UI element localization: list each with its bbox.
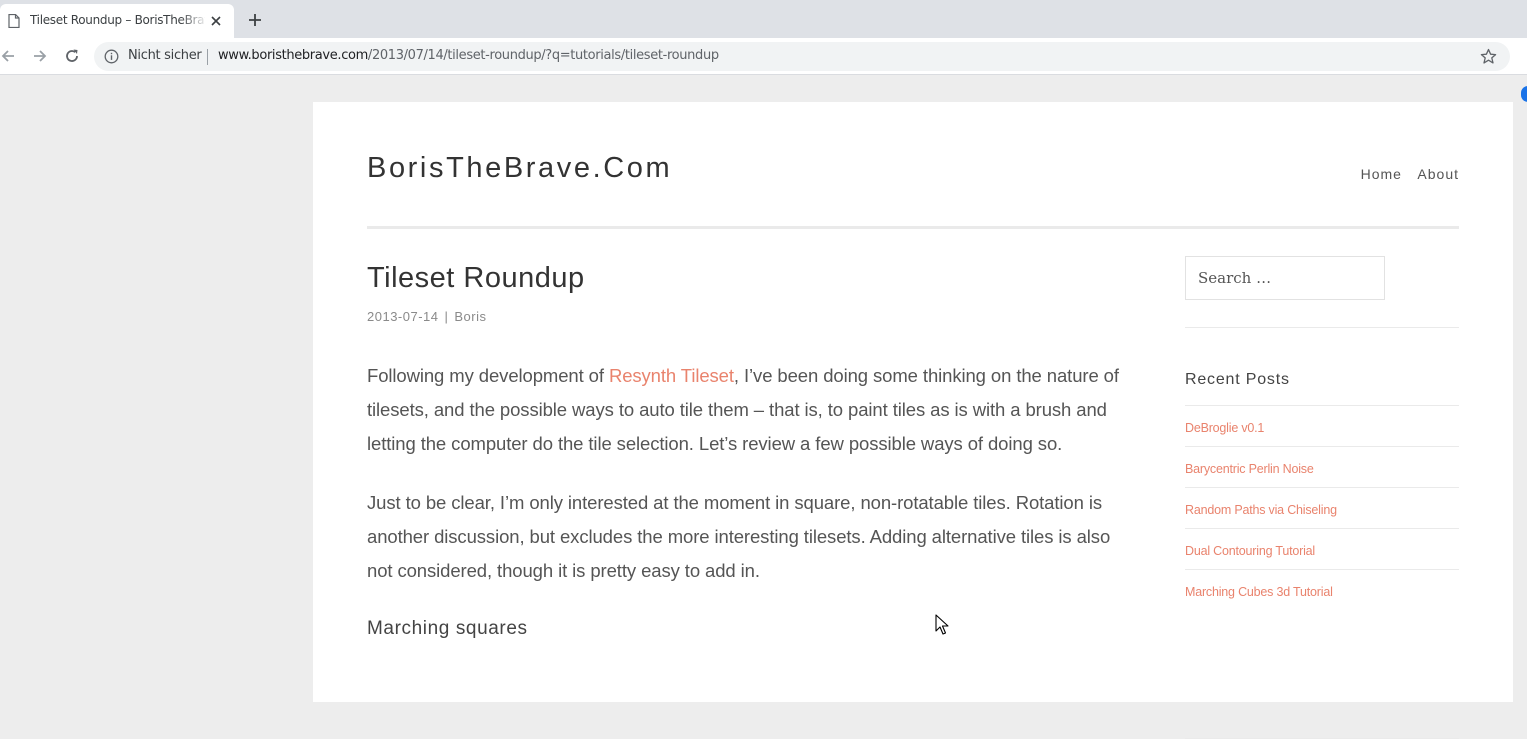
url-path: /2013/07/14/tileset-roundup/?q=tutorials… [367, 48, 719, 63]
document-icon [8, 14, 20, 28]
post-body: Following my development of Resynth Tile… [367, 359, 1137, 640]
tab-title-fade [180, 10, 208, 32]
bookmark-star-icon[interactable] [1480, 48, 1497, 65]
recent-post-link[interactable]: Random Paths via Chiseling [1185, 503, 1337, 517]
meta-divider: | [444, 309, 449, 324]
post-date[interactable]: 2013-07-14 [367, 309, 439, 324]
recent-posts-title: Recent Posts [1185, 371, 1290, 388]
close-icon[interactable] [210, 15, 222, 27]
back-arrow-icon[interactable] [0, 46, 18, 66]
recent-post-link[interactable]: Marching Cubes 3d Tutorial [1185, 585, 1333, 599]
recent-post-link[interactable]: Dual Contouring Tutorial [1185, 544, 1315, 558]
address-separator [207, 49, 208, 65]
section-heading: Marching squares [367, 618, 528, 639]
main-navigation: Home About [1350, 166, 1459, 184]
reload-icon[interactable] [62, 46, 82, 66]
recent-post-link[interactable]: DeBroglie v0.1 [1185, 421, 1264, 435]
search-input[interactable] [1185, 256, 1385, 300]
post-paragraph: Just to be clear, I’m only interested at… [367, 492, 1111, 581]
security-status-label[interactable]: Nicht sicher [128, 48, 202, 63]
sidebar-divider [1185, 327, 1459, 328]
list-item: Marching Cubes 3d Tutorial [1185, 569, 1459, 610]
forward-arrow-icon[interactable] [30, 46, 50, 66]
mouse-cursor-icon [935, 614, 949, 635]
url-host: www.boristhebrave.com [218, 48, 368, 63]
nav-home-link[interactable]: Home [1361, 166, 1402, 182]
resynth-tileset-link[interactable]: Resynth Tileset [609, 365, 734, 386]
list-item: DeBroglie v0.1 [1185, 405, 1459, 446]
header-divider [367, 226, 1459, 229]
post-meta: 2013-07-14 | Boris [367, 309, 487, 324]
recent-post-link[interactable]: Barycentric Perlin Noise [1185, 462, 1314, 476]
url-text[interactable]: www.boristhebrave.com/2013/07/14/tileset… [218, 48, 719, 63]
info-icon[interactable] [104, 49, 119, 64]
tab-title: Tileset Roundup – BorisTheBrave.Com [30, 13, 205, 27]
post-author[interactable]: Boris [454, 309, 486, 324]
recent-posts-list: DeBroglie v0.1 Barycentric Perlin Noise … [1185, 405, 1459, 610]
browser-tab-active[interactable]: Tileset Roundup – BorisTheBrave.Com [0, 4, 234, 38]
address-bar[interactable]: Nicht sicher www.boristhebrave.com/2013/… [94, 42, 1510, 71]
paragraph-text: Following my development of [367, 365, 609, 386]
list-item: Dual Contouring Tutorial [1185, 528, 1459, 569]
list-item: Barycentric Perlin Noise [1185, 446, 1459, 487]
browser-tabstrip: Tileset Roundup – BorisTheBrave.Com [0, 0, 1527, 38]
post-paragraph: Following my development of Resynth Tile… [367, 359, 1137, 461]
list-item: Random Paths via Chiseling [1185, 487, 1459, 528]
site-title[interactable]: BorisTheBrave.Com [367, 152, 672, 185]
page-content: BorisTheBrave.Com Home About Tileset Rou… [313, 102, 1513, 739]
new-tab-plus-icon[interactable] [246, 11, 264, 29]
browser-toolbar: Nicht sicher www.boristhebrave.com/2013/… [0, 38, 1527, 102]
profile-avatar[interactable] [1521, 86, 1527, 102]
post-title: Tileset Roundup [367, 262, 585, 294]
nav-about-link[interactable]: About [1417, 166, 1459, 182]
